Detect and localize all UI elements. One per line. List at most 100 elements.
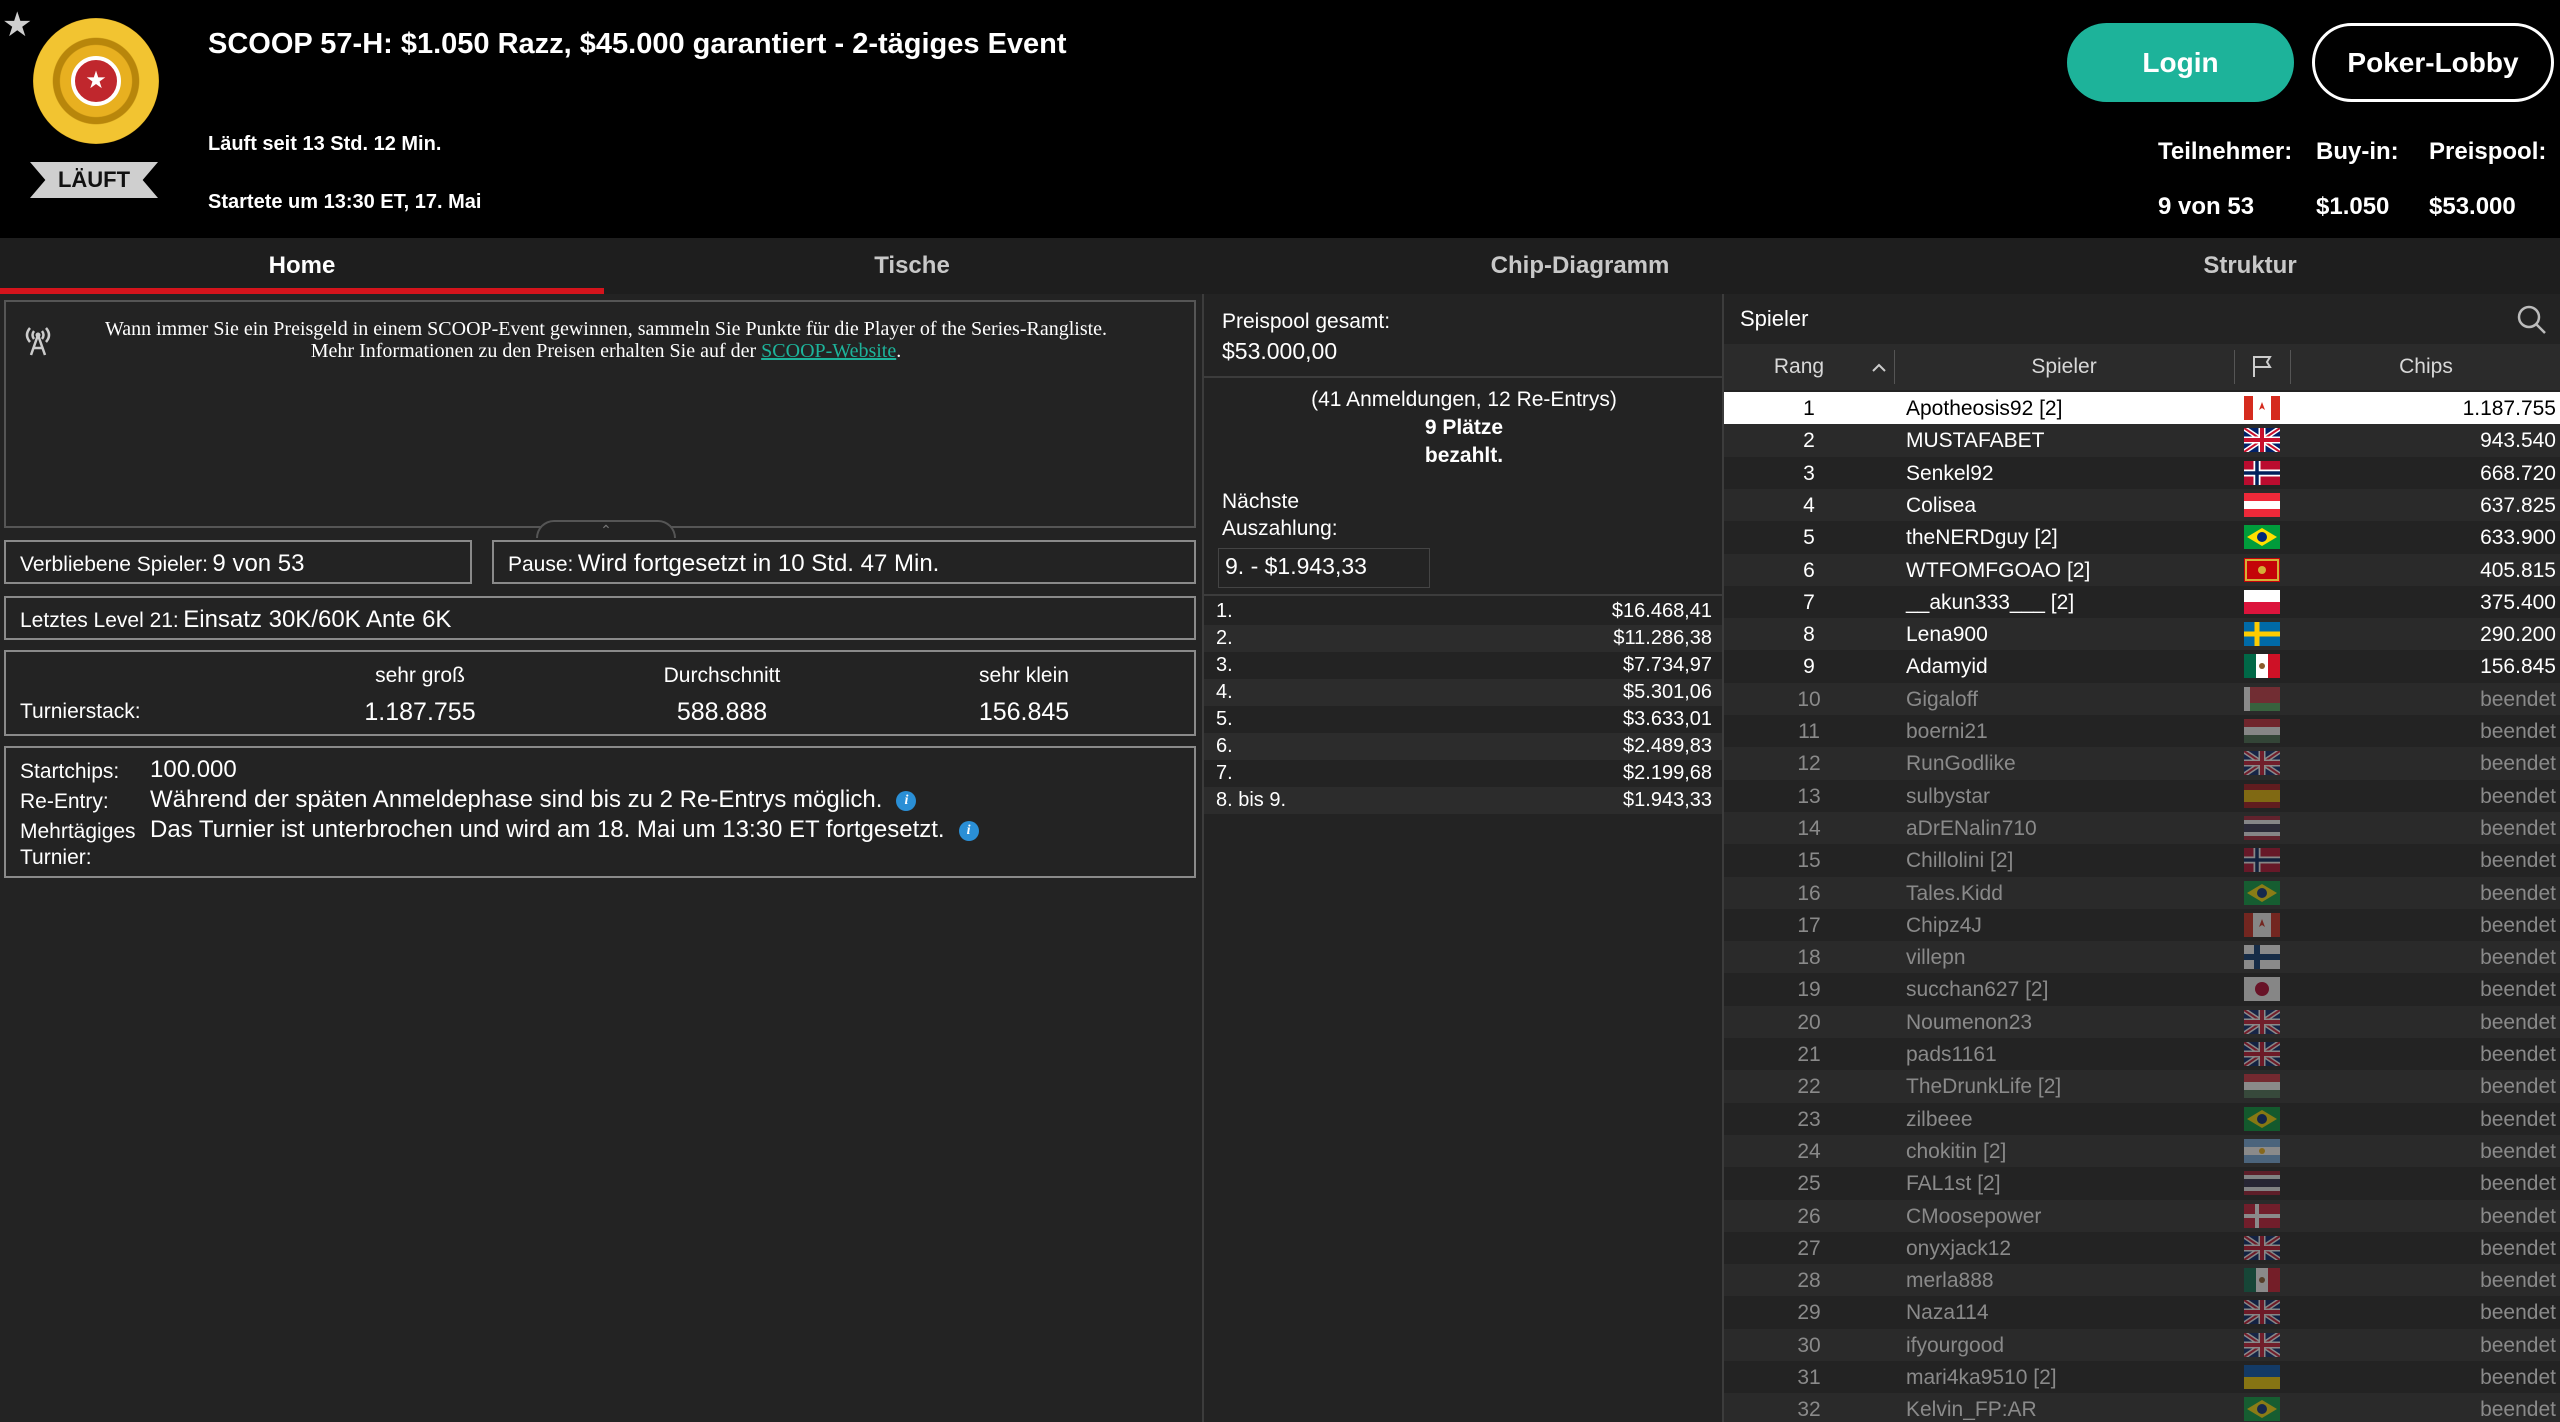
country-flag-icon bbox=[2244, 622, 2280, 647]
player-chips: 156.845 bbox=[2480, 655, 2556, 679]
scoop-logo bbox=[33, 18, 159, 144]
player-chips: 943.540 bbox=[2480, 429, 2556, 453]
player-name: Lena900 bbox=[1906, 623, 1988, 647]
player-row[interactable]: 9 Adamyid 156.845 bbox=[1724, 650, 2560, 682]
search-icon[interactable] bbox=[2514, 302, 2548, 336]
player-row[interactable]: 10 Gigaloff beendet bbox=[1724, 682, 2560, 715]
country-flag-icon bbox=[2244, 1171, 2280, 1196]
stack-average: Durchschnitt 588.888 bbox=[663, 664, 781, 726]
player-row[interactable]: 1 Apotheosis92 [2] 1.187.755 bbox=[1724, 392, 2560, 425]
payout-place: 2. bbox=[1216, 627, 1233, 649]
player-row[interactable]: 23 zilbeee beendet bbox=[1724, 1103, 2560, 1135]
player-row[interactable]: 18 villepn beendet bbox=[1724, 941, 2560, 974]
collapse-toggle[interactable]: ⌃ bbox=[536, 520, 676, 538]
player-rank: 2 bbox=[1803, 429, 1815, 453]
country-flag-icon bbox=[2244, 460, 2280, 485]
player-rank: 30 bbox=[1797, 1333, 1821, 1357]
level-value: Einsatz 30K/60K Ante 6K bbox=[183, 606, 452, 633]
multiday-info-icon[interactable]: i bbox=[958, 820, 979, 841]
player-row[interactable]: 14 aDrENalin710 beendet bbox=[1724, 811, 2560, 845]
scoop-website-link[interactable]: SCOOP-Website bbox=[761, 340, 896, 362]
pause-box: Pause: Wird fortgesetzt in 10 Std. 47 Mi… bbox=[492, 540, 1196, 584]
player-row[interactable]: 28 merla888 beendet bbox=[1724, 1264, 2560, 1297]
prizepool-value: $53.000 bbox=[2429, 193, 2516, 220]
country-flag-icon bbox=[2244, 815, 2280, 841]
payout-amount: $11.286,38 bbox=[1613, 627, 1712, 649]
stack-label: Turnierstack: bbox=[20, 700, 141, 723]
player-row[interactable]: 3 Senkel92 668.720 bbox=[1724, 457, 2560, 489]
player-name: MUSTAFABET bbox=[1906, 429, 2045, 453]
player-chips: beendet bbox=[2480, 913, 2556, 937]
poker-lobby-button[interactable]: Poker-Lobby bbox=[2312, 23, 2554, 102]
player-row[interactable]: 32 Kelvin_FP:AR beendet bbox=[1724, 1393, 2560, 1422]
player-rank: 14 bbox=[1797, 816, 1821, 840]
country-flag-icon bbox=[2242, 426, 2282, 455]
player-rank: 13 bbox=[1797, 784, 1821, 808]
reentry-info-icon[interactable]: i bbox=[896, 790, 917, 811]
buyin-label: Buy-in: bbox=[2316, 138, 2399, 165]
player-row[interactable]: 2 MUSTAFABET 943.540 bbox=[1724, 424, 2560, 457]
player-chips: beendet bbox=[2480, 1139, 2556, 1163]
payout-amount: $2.489,83 bbox=[1623, 735, 1712, 757]
player-row[interactable]: 11 boerni21 beendet bbox=[1724, 715, 2560, 747]
prizepool-total-label: Preispool gesamt: bbox=[1222, 310, 1391, 333]
tab-structure[interactable]: Struktur bbox=[1940, 238, 2560, 294]
player-row[interactable]: 5 theNERDguy [2] 633.900 bbox=[1724, 521, 2560, 553]
rank-column-header[interactable]: Rang bbox=[1724, 344, 1874, 390]
player-row[interactable]: 13 sulbystar beendet bbox=[1724, 780, 2560, 812]
sort-up-icon[interactable] bbox=[1864, 344, 1894, 390]
player-rank: 24 bbox=[1797, 1139, 1821, 1163]
player-row[interactable]: 17 Chipz4J beendet bbox=[1724, 909, 2560, 941]
player-name: RunGodlike bbox=[1906, 752, 2016, 776]
country-flag-icon bbox=[2244, 525, 2280, 550]
player-row[interactable]: 19 succhan627 [2] beendet bbox=[1724, 973, 2560, 1005]
player-chips: beendet bbox=[2480, 687, 2556, 711]
player-row[interactable]: 27 onyxjack12 beendet bbox=[1724, 1232, 2560, 1264]
player-row[interactable]: 30 ifyourgood beendet bbox=[1724, 1328, 2560, 1361]
tab-chip-chart[interactable]: Chip-Diagramm bbox=[1220, 238, 1940, 294]
country-flag-icon bbox=[2244, 557, 2280, 582]
country-flag-icon bbox=[2244, 880, 2280, 905]
flag-column-icon[interactable] bbox=[2234, 344, 2290, 390]
player-row[interactable]: 4 Colisea 637.825 bbox=[1724, 488, 2560, 522]
player-chips: beendet bbox=[2480, 752, 2556, 776]
player-chips: beendet bbox=[2480, 1301, 2556, 1325]
player-column-header[interactable]: Spieler bbox=[1894, 344, 2234, 390]
player-rank: 15 bbox=[1797, 849, 1821, 873]
players-panel: Spieler Rang Spieler Chips 1 Apotheosis92… bbox=[1722, 294, 2560, 1422]
prizepool-total-value: $53.000,00 bbox=[1222, 338, 1338, 364]
country-flag-icon bbox=[2244, 1138, 2280, 1164]
player-row[interactable]: 20 Noumenon23 beendet bbox=[1724, 1005, 2560, 1038]
country-flag-icon bbox=[2244, 1074, 2280, 1099]
chips-column-header[interactable]: Chips bbox=[2290, 344, 2560, 390]
player-row[interactable]: 12 RunGodlike beendet bbox=[1724, 747, 2560, 780]
payout-place: 8. bis 9. bbox=[1216, 789, 1287, 811]
tab-home[interactable]: Home bbox=[0, 238, 604, 294]
player-row[interactable]: 24 chokitin [2] beendet bbox=[1724, 1134, 2560, 1168]
player-row[interactable]: 29 Naza114 beendet bbox=[1724, 1296, 2560, 1328]
player-row[interactable]: 31 mari4ka9510 [2] beendet bbox=[1724, 1361, 2560, 1393]
favorite-star-icon[interactable]: ★ bbox=[2, 8, 36, 42]
login-button[interactable]: Login bbox=[2067, 23, 2294, 102]
player-row[interactable]: 7 __akun333___ [2] 375.400 bbox=[1724, 586, 2560, 618]
player-row[interactable]: 6 WTFOMFGOAO [2] 405.815 bbox=[1724, 553, 2560, 586]
player-chips: beendet bbox=[2480, 1010, 2556, 1034]
player-chips: 633.900 bbox=[2480, 526, 2556, 550]
player-row[interactable]: 8 Lena900 290.200 bbox=[1724, 618, 2560, 651]
running-time: Läuft seit 13 Std. 12 Min. bbox=[208, 133, 442, 155]
player-rank: 22 bbox=[1797, 1075, 1821, 1099]
player-row[interactable]: 21 pads1161 beendet bbox=[1724, 1038, 2560, 1070]
player-rank: 26 bbox=[1797, 1204, 1821, 1228]
tab-tables[interactable]: Tische bbox=[604, 238, 1220, 294]
player-chips: beendet bbox=[2480, 881, 2556, 905]
player-name: TheDrunkLife [2] bbox=[1906, 1075, 2062, 1099]
player-row[interactable]: 22 TheDrunkLife [2] beendet bbox=[1724, 1070, 2560, 1103]
player-row[interactable]: 15 Chillolini [2] beendet bbox=[1724, 844, 2560, 876]
player-name: mari4ka9510 [2] bbox=[1906, 1366, 2057, 1389]
player-row[interactable]: 26 CMoosepower beendet bbox=[1724, 1199, 2560, 1232]
player-name: zilbeee bbox=[1906, 1107, 1973, 1131]
player-row[interactable]: 16 Tales.Kidd beendet bbox=[1724, 876, 2560, 909]
player-row[interactable]: 25 FAL1st [2] beendet bbox=[1724, 1167, 2560, 1199]
player-name: Chillolini [2] bbox=[1906, 849, 2014, 873]
player-rank: 27 bbox=[1797, 1236, 1821, 1260]
